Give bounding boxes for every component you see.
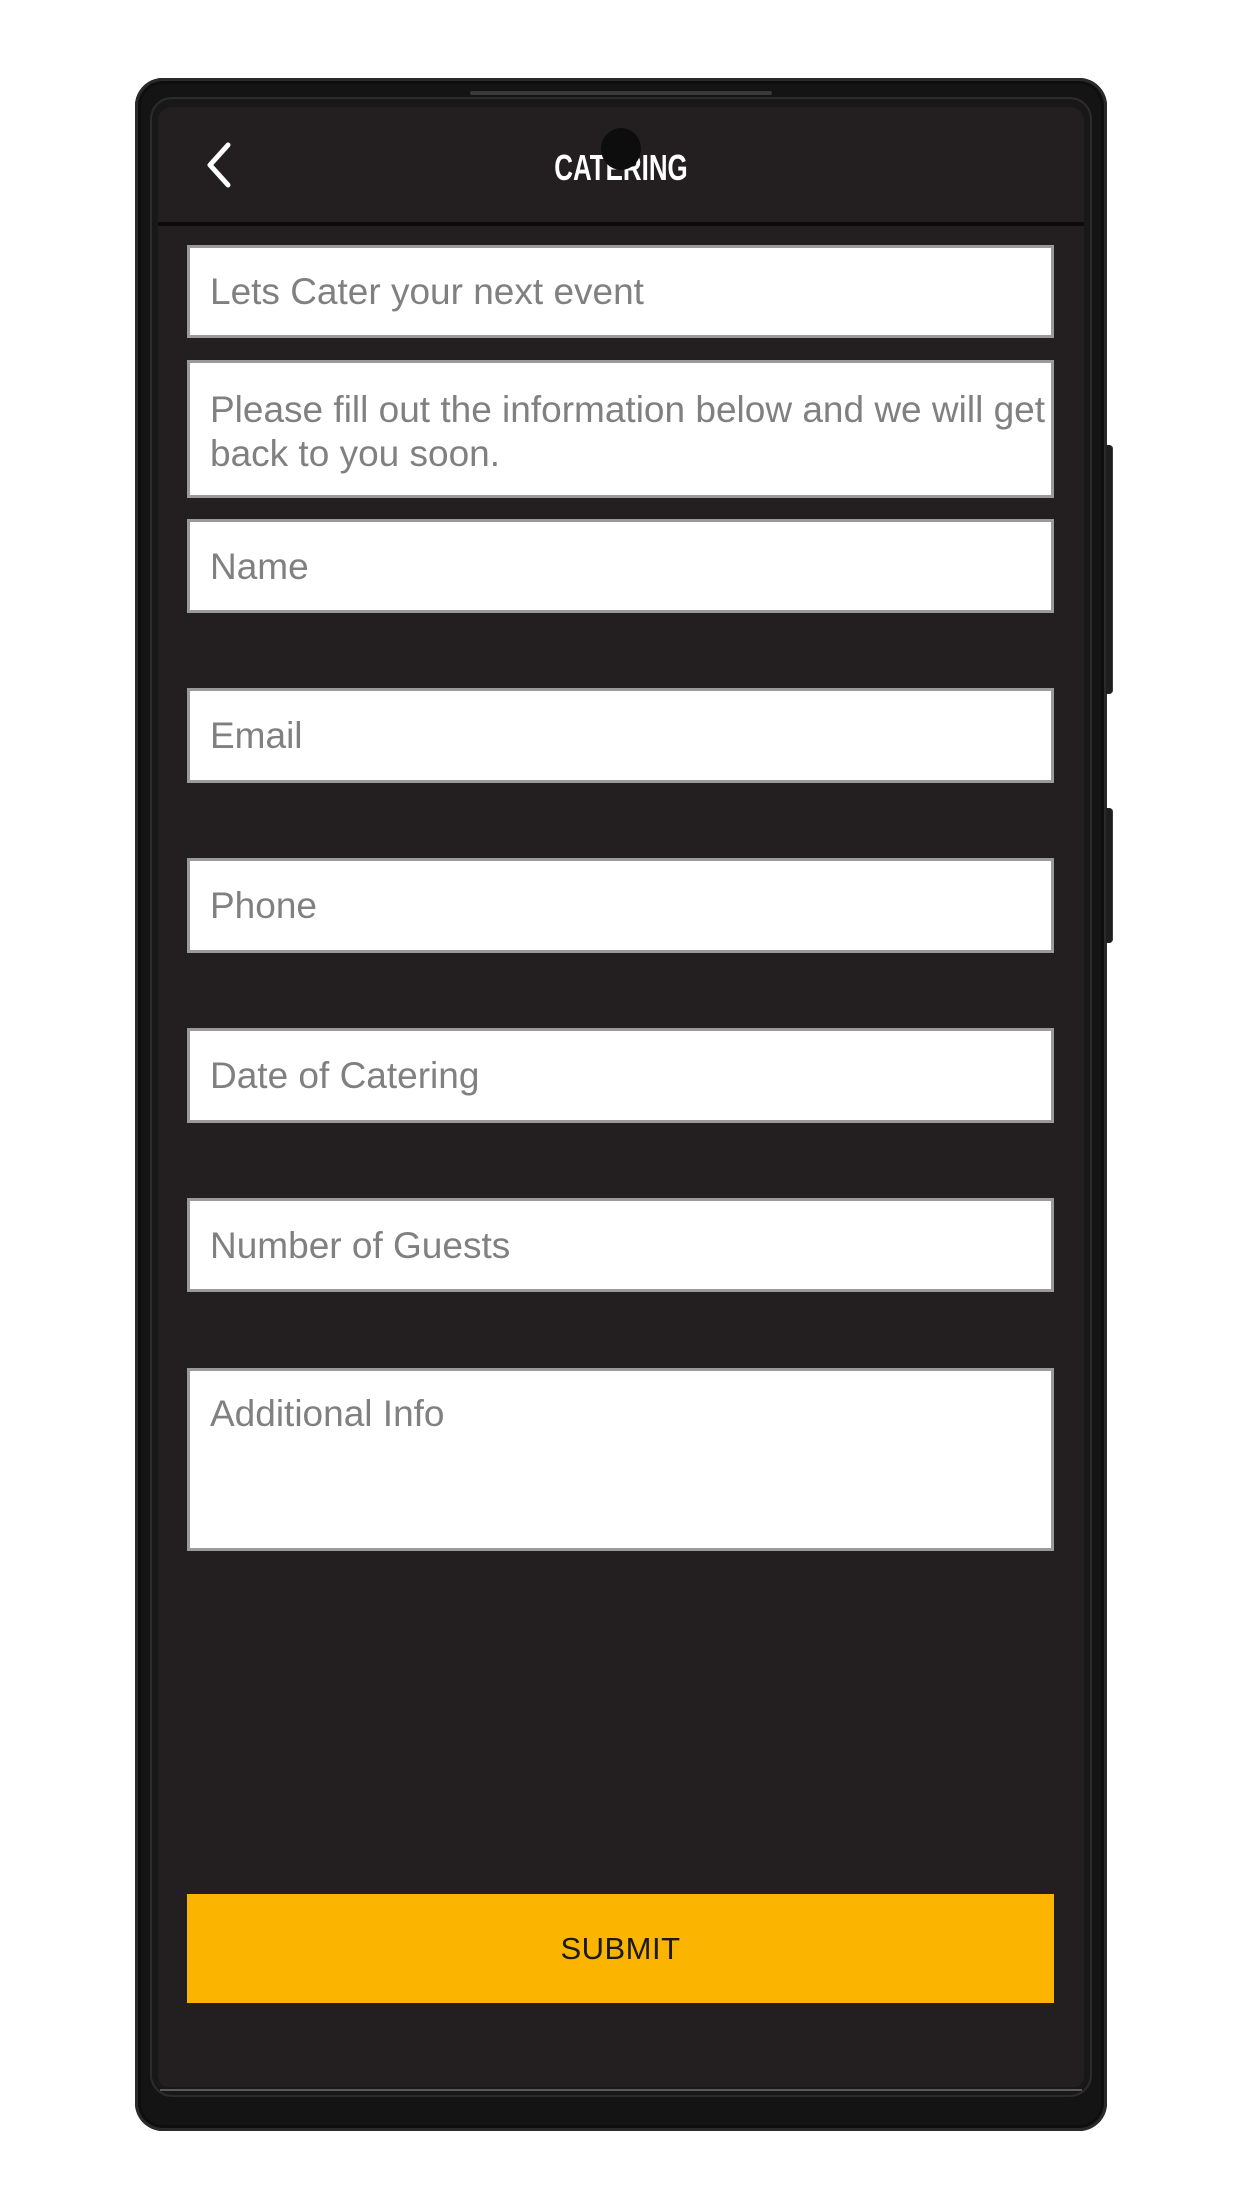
phone-input[interactable]: Phone	[187, 858, 1054, 953]
back-button[interactable]	[198, 137, 242, 193]
screen-edge	[160, 2089, 1082, 2091]
intro-text: Please fill out the information below an…	[187, 360, 1054, 498]
power-button	[1106, 808, 1113, 943]
device-stage: CATERING Lets Cater your next event Plea…	[0, 0, 1242, 2208]
chevron-left-icon	[207, 142, 231, 188]
front-camera	[601, 128, 641, 170]
email-input[interactable]: Email	[187, 688, 1054, 783]
submit-button[interactable]: SUBMIT	[187, 1894, 1054, 2003]
additional-info-textarea[interactable]: Additional Info	[187, 1368, 1054, 1551]
phone-speaker-grille	[470, 91, 772, 95]
date-of-catering-input[interactable]: Date of Catering	[187, 1028, 1054, 1123]
number-of-guests-input[interactable]: Number of Guests	[187, 1198, 1054, 1292]
volume-button	[1106, 445, 1113, 694]
name-input[interactable]: Name	[187, 519, 1054, 613]
app-screen: CATERING Lets Cater your next event Plea…	[158, 107, 1084, 2087]
intro-heading: Lets Cater your next event	[187, 245, 1054, 338]
app-header: CATERING	[158, 107, 1084, 226]
